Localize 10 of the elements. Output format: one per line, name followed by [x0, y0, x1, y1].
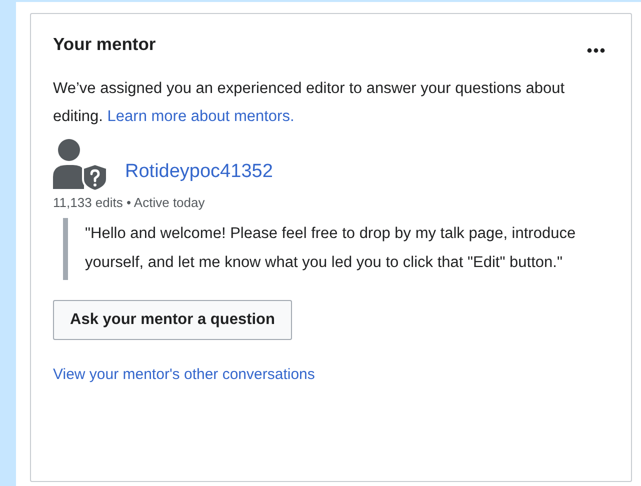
intro-text: We’ve assigned you an experienced editor to answer your questions about editing. Learn more about mentors.	[53, 79, 566, 127]
learn-more-link[interactable]: Learn more about mentors.	[107, 108, 294, 125]
ask-question-button[interactable]: Ask your mentor a question	[53, 300, 292, 340]
card-title: Your mentor	[53, 34, 156, 55]
user-question-icon	[53, 137, 107, 191]
more-options-icon[interactable]	[587, 48, 605, 53]
mentor-quote: "Hello and welcome! Please feel free to drop by my talk page, introduce yourself, and let me know what you led you to click that "Edit" button."	[63, 218, 609, 280]
view-conversations-link[interactable]: View your mentor's other conversations	[53, 366, 609, 383]
mentor-username-link[interactable]: Rotideypoc41352	[125, 161, 273, 183]
mentor-stats: 11,133 edits • Active today	[53, 195, 206, 210]
